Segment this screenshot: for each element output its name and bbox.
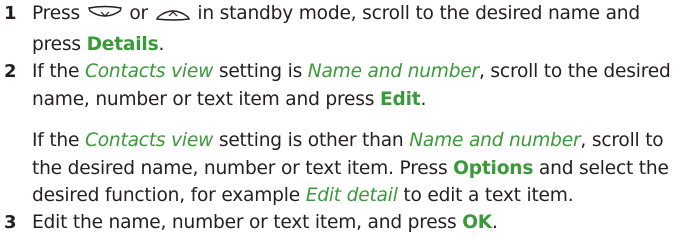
step-text: If the Contacts view setting is Name and…	[32, 58, 680, 113]
text-line: If the Contacts view setting is Name and…	[32, 61, 671, 82]
text-line: the desired name, number or text item. P…	[32, 157, 669, 179]
text-line: Edit the name, number or text item, and …	[32, 212, 498, 233]
text-line: desired function, for example Edit detai…	[32, 185, 574, 206]
text-line: name, number or text item and press Edit…	[32, 88, 427, 110]
step-number: 3	[4, 212, 17, 233]
function-name: Edit detail	[305, 185, 398, 206]
text-line: If the Contacts view setting is other th…	[32, 130, 664, 151]
step-text-continued: If the Contacts view setting is other th…	[32, 127, 680, 210]
step-number: 2	[4, 61, 17, 82]
scroll-down-key-icon	[87, 3, 123, 31]
setting-value: Name and number	[409, 130, 581, 151]
step-text: Press or in standby mode, scroll to the …	[32, 0, 680, 58]
scroll-up-key-icon	[155, 3, 191, 31]
step-number: 1	[4, 3, 17, 24]
text-line: Press or in standby mode, scroll to the …	[32, 0, 680, 31]
softkey-label: Details	[86, 33, 159, 55]
text-line: press Details.	[32, 33, 165, 55]
setting-name: Contacts view	[84, 61, 214, 82]
softkey-label: Edit	[379, 88, 421, 110]
softkey-label: Options	[453, 157, 534, 179]
setting-name: Contacts view	[84, 130, 214, 151]
step-text: Edit the name, number or text item, and …	[32, 209, 680, 237]
softkey-label: OK	[462, 212, 493, 233]
setting-value: Name and number	[307, 61, 480, 82]
